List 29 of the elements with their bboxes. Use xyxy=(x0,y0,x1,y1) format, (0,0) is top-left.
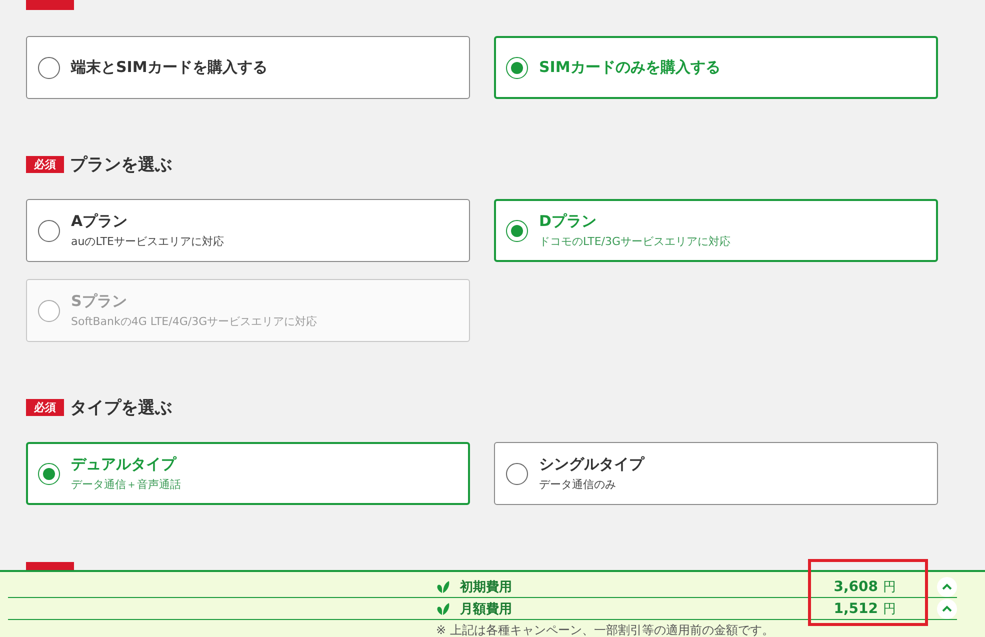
option-card[interactable]: Aプラン auのLTEサービスエリアに対応 xyxy=(26,199,470,262)
section-heading: プランを選ぶ xyxy=(70,154,172,176)
radio-button[interactable] xyxy=(38,220,60,242)
radio-button[interactable] xyxy=(38,462,60,484)
cost-amount: 3,608 xyxy=(834,578,878,594)
option-card[interactable]: デュアルタイプ データ通信＋音声通話 xyxy=(26,442,470,505)
option-card[interactable]: 端末とSIMカードを購入する xyxy=(26,36,470,99)
chevron-up-icon xyxy=(942,583,952,590)
option-card[interactable]: シングルタイプ データ通信のみ xyxy=(494,442,938,505)
radio-button[interactable] xyxy=(38,56,60,78)
cost-amount: 1,512 xyxy=(834,600,878,616)
section-heading: タイプを選ぶ xyxy=(70,397,172,419)
required-badge: 必須 xyxy=(26,156,64,173)
option-card[interactable]: Dプラン ドコモのLTE/3Gサービスエリアに対応 xyxy=(494,199,938,262)
radio-button[interactable] xyxy=(506,220,528,242)
disclaimer-note: ※ 上記は各種キャンペーン、一部割引等の適用前の金額です。 xyxy=(435,622,775,637)
currency-unit: 円 xyxy=(883,578,896,596)
sprout-icon xyxy=(436,602,450,616)
expand-button[interactable] xyxy=(937,598,957,618)
radio-button[interactable] xyxy=(506,56,528,78)
cost-label: 初期費用 xyxy=(460,578,512,596)
radio-button[interactable] xyxy=(506,462,528,484)
cost-label: 月額費用 xyxy=(460,600,512,618)
required-badge: 必須 xyxy=(26,399,64,416)
sprout-icon xyxy=(436,580,450,594)
expand-button[interactable] xyxy=(937,576,957,596)
currency-unit: 円 xyxy=(883,600,896,618)
option-card[interactable]: SIMカードのみを購入する xyxy=(494,36,938,99)
chevron-up-icon xyxy=(942,605,952,612)
